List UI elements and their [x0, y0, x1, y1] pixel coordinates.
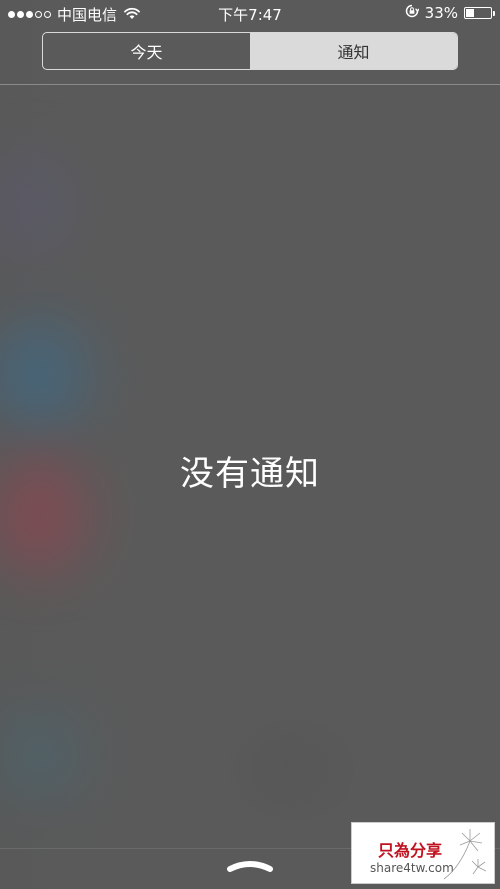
battery-level — [466, 9, 474, 17]
watermark-title: 只為分享 — [378, 841, 443, 860]
grabber-icon[interactable] — [226, 858, 274, 874]
notification-center-screen: 中国电信 下午7:47 33% 今天 通知 没有通知 只為分享 share4tw… — [0, 0, 500, 889]
dandelion-icon — [443, 829, 487, 880]
rotation-lock-icon — [405, 4, 420, 22]
segmented-control: 今天 通知 — [42, 32, 458, 70]
watermark-badge: 只為分享 share4tw.com — [351, 822, 495, 884]
tab-today[interactable]: 今天 — [43, 33, 250, 69]
empty-state-message: 没有通知 — [180, 454, 320, 494]
divider — [0, 84, 500, 85]
background-overlay — [0, 0, 500, 889]
battery-percentage: 33% — [424, 4, 458, 22]
tab-notifications[interactable]: 通知 — [250, 33, 457, 69]
status-bar: 中国电信 下午7:47 33% — [0, 0, 500, 28]
tab-notifications-label: 通知 — [337, 43, 370, 62]
tab-today-label: 今天 — [130, 43, 163, 62]
status-right: 33% — [405, 4, 495, 22]
battery-icon — [464, 7, 495, 19]
